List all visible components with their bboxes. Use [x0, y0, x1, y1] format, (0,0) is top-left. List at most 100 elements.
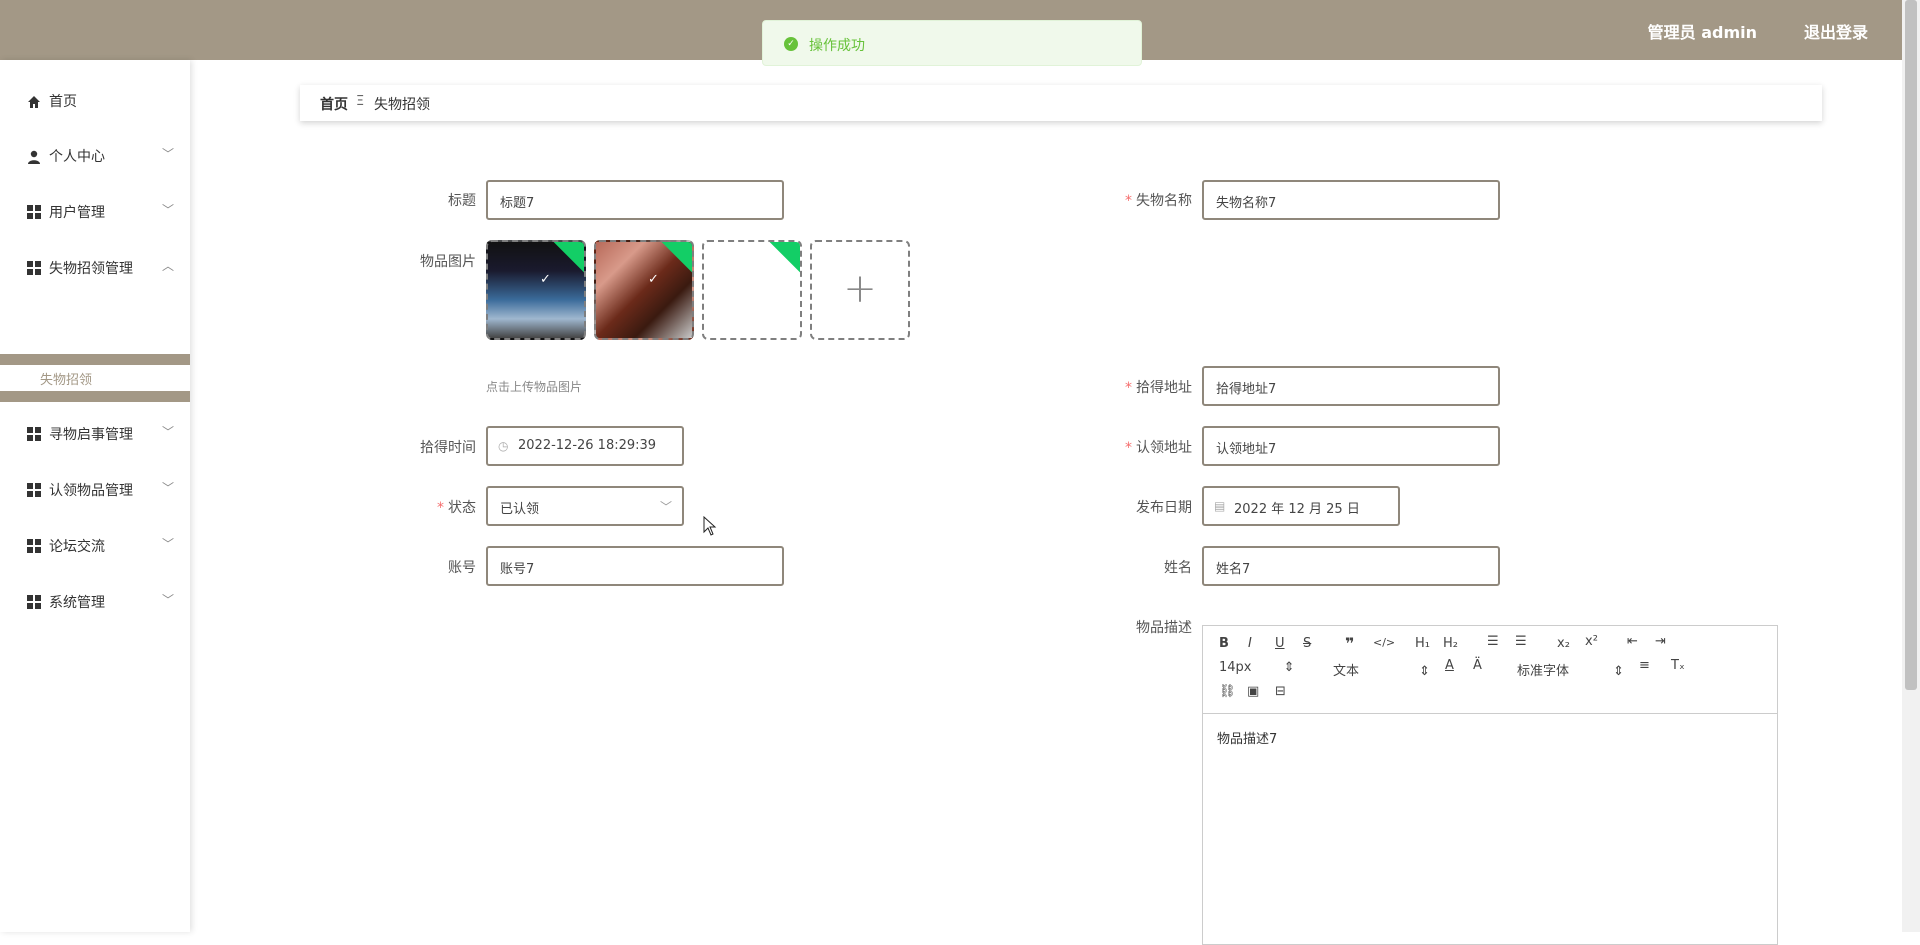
video-icon[interactable]: ⊟	[1275, 684, 1286, 699]
title-value: 标题7	[500, 196, 535, 211]
italic-icon[interactable]: I	[1248, 636, 1252, 651]
font-family-select[interactable]: 标准字体 ⇕	[1517, 660, 1624, 679]
real-name-value: 姓名7	[1216, 562, 1251, 577]
rich-text-editor[interactable]: B I U S ❞ </> H₁ H₂ ☰ ☰ x₂ x² ⇤ ⇥ 14px ⇕…	[1202, 625, 1778, 945]
sidebar: 首页 个人中心 ﹀ 用户管理 ﹀ 失物招领管理 ︿ 失物招领 寻物启事管理 ﹀ …	[0, 60, 190, 932]
chevron-down-icon: ﹀	[161, 593, 174, 607]
admin-user-label: 管理员 admin	[1647, 23, 1757, 42]
outdent-icon[interactable]: ⇤	[1627, 634, 1638, 649]
grid-icon	[27, 483, 41, 497]
sidebar-item-user-management[interactable]: 用户管理 ﹀	[0, 191, 190, 231]
superscript-icon[interactable]: x²	[1585, 634, 1598, 649]
blockquote-icon[interactable]: ❞	[1345, 634, 1354, 653]
scrollbar-thumb[interactable]	[1905, 0, 1917, 690]
image-icon[interactable]: ▣	[1247, 684, 1259, 699]
breadcrumb-home[interactable]: 首页	[320, 94, 348, 114]
status-value: 已认领	[500, 502, 540, 517]
account-field[interactable]: 账号7	[486, 546, 784, 586]
sidebar-item-claim-management[interactable]: 认领物品管理 ﹀	[0, 469, 190, 509]
heading-1-icon[interactable]: H₁	[1415, 636, 1430, 651]
clock-icon: ◷	[498, 439, 509, 453]
check-icon: ✓	[648, 272, 659, 287]
ordered-list-icon[interactable]: ☰	[1487, 634, 1499, 649]
publish-date-picker[interactable]: ▤ 2022 年 12 月 25 日	[1202, 486, 1400, 526]
description-label: 物品描述	[1136, 620, 1192, 636]
breadcrumb-current: 失物招领	[374, 97, 430, 113]
link-icon[interactable]: ⛓	[1219, 684, 1236, 699]
submenu-divider	[0, 391, 190, 402]
upload-image-button[interactable]: +	[810, 240, 910, 340]
found-time-picker[interactable]: ◷ 2022-12-26 18:29:39	[486, 426, 684, 466]
sidebar-item-label: 系统管理	[49, 595, 105, 611]
claim-address-field[interactable]: 认领地址7	[1202, 426, 1500, 466]
sidebar-item-forum[interactable]: 论坛交流 ﹀	[0, 525, 190, 565]
item-name-label: * 失物名称	[1125, 193, 1192, 209]
user-icon	[27, 149, 41, 164]
real-name-label: 姓名	[1164, 560, 1192, 576]
sidebar-item-label: 首页	[49, 94, 77, 110]
home-icon	[27, 94, 41, 108]
found-address-field[interactable]: 拾得地址7	[1202, 366, 1500, 406]
publish-date-label: 发布日期	[1136, 500, 1192, 516]
sidebar-item-system-management[interactable]: 系统管理 ﹀	[0, 581, 190, 621]
images-label: 物品图片	[420, 254, 476, 270]
chevron-down-icon: ﹀	[659, 500, 672, 514]
claim-address-value: 认领地址7	[1216, 442, 1277, 457]
strikethrough-icon[interactable]: S	[1303, 636, 1311, 651]
account-value: 账号7	[500, 562, 535, 577]
sidebar-item-personal-center[interactable]: 个人中心 ﹀	[0, 135, 190, 175]
sidebar-item-label: 寻物启事管理	[49, 427, 133, 443]
plus-icon: +	[843, 266, 877, 312]
sidebar-item-label: 论坛交流	[49, 539, 105, 555]
sidebar-item-label: 个人中心	[49, 149, 105, 165]
found-time-label: 拾得时间	[420, 440, 476, 456]
bold-icon[interactable]: B	[1219, 636, 1229, 651]
submenu-divider	[0, 354, 190, 365]
sidebar-item-lost-notice-management[interactable]: 寻物启事管理 ﹀	[0, 413, 190, 453]
sidebar-item-home[interactable]: 首页	[0, 80, 190, 120]
heading-2-icon[interactable]: H₂	[1443, 636, 1458, 651]
sidebar-item-lost-found-management[interactable]: 失物招领管理 ︿	[0, 247, 190, 287]
upload-hint: 点击上传物品图片	[486, 380, 583, 394]
clear-format-icon[interactable]: Tₓ	[1671, 658, 1685, 673]
item-image-1[interactable]: ✓	[486, 240, 586, 340]
background-color-icon[interactable]: Ä	[1473, 658, 1482, 673]
found-time-value: 2022-12-26 18:29:39	[518, 438, 657, 453]
grid-icon	[27, 427, 41, 441]
logout-button[interactable]: 退出登录	[1804, 19, 1868, 43]
item-name-value: 失物名称7	[1216, 196, 1277, 211]
sidebar-item-label: 认领物品管理	[49, 483, 133, 499]
underline-icon[interactable]: U	[1275, 636, 1285, 651]
description-content[interactable]: 物品描述7	[1217, 728, 1277, 747]
block-format-select[interactable]: 文本 ⇕	[1333, 660, 1430, 679]
chevron-down-icon: ﹀	[161, 147, 174, 161]
code-block-icon[interactable]: </>	[1373, 636, 1395, 649]
success-toast: ✓ 操作成功	[762, 20, 1142, 66]
item-name-field[interactable]: 失物名称7	[1202, 180, 1500, 220]
font-size-select[interactable]: 14px ⇕	[1219, 660, 1295, 675]
sidebar-subitem-lost-found[interactable]: 失物招领	[0, 365, 190, 391]
title-field[interactable]: 标题7	[486, 180, 784, 220]
item-image-2[interactable]: ✓	[594, 240, 694, 340]
font-color-icon[interactable]: A	[1445, 658, 1454, 673]
subscript-icon[interactable]: x₂	[1557, 636, 1570, 651]
publish-date-value: 2022 年 12 月 25 日	[1234, 502, 1360, 517]
item-image-3[interactable]	[702, 240, 802, 340]
success-check-icon: ✓	[784, 37, 798, 51]
chevron-down-icon: ﹀	[161, 481, 174, 495]
found-address-value: 拾得地址7	[1216, 382, 1277, 397]
real-name-field[interactable]: 姓名7	[1202, 546, 1500, 586]
page-scrollbar[interactable]	[1902, 0, 1920, 932]
indent-icon[interactable]: ⇥	[1655, 634, 1666, 649]
editor-toolbar: B I U S ❞ </> H₁ H₂ ☰ ☰ x₂ x² ⇤ ⇥ 14px ⇕…	[1203, 626, 1777, 714]
status-select[interactable]: 已认领 ﹀	[486, 486, 684, 526]
account-label: 账号	[448, 560, 476, 576]
sidebar-item-label: 用户管理	[49, 205, 105, 221]
bullet-list-icon[interactable]: ☰	[1515, 634, 1527, 649]
align-icon[interactable]: ≡	[1639, 658, 1650, 673]
status-label: * 状态	[437, 500, 476, 516]
title-label: 标题	[448, 193, 476, 209]
toast-message: 操作成功	[809, 38, 865, 54]
sidebar-item-label: 失物招领管理	[49, 261, 133, 277]
grid-icon	[27, 539, 41, 553]
